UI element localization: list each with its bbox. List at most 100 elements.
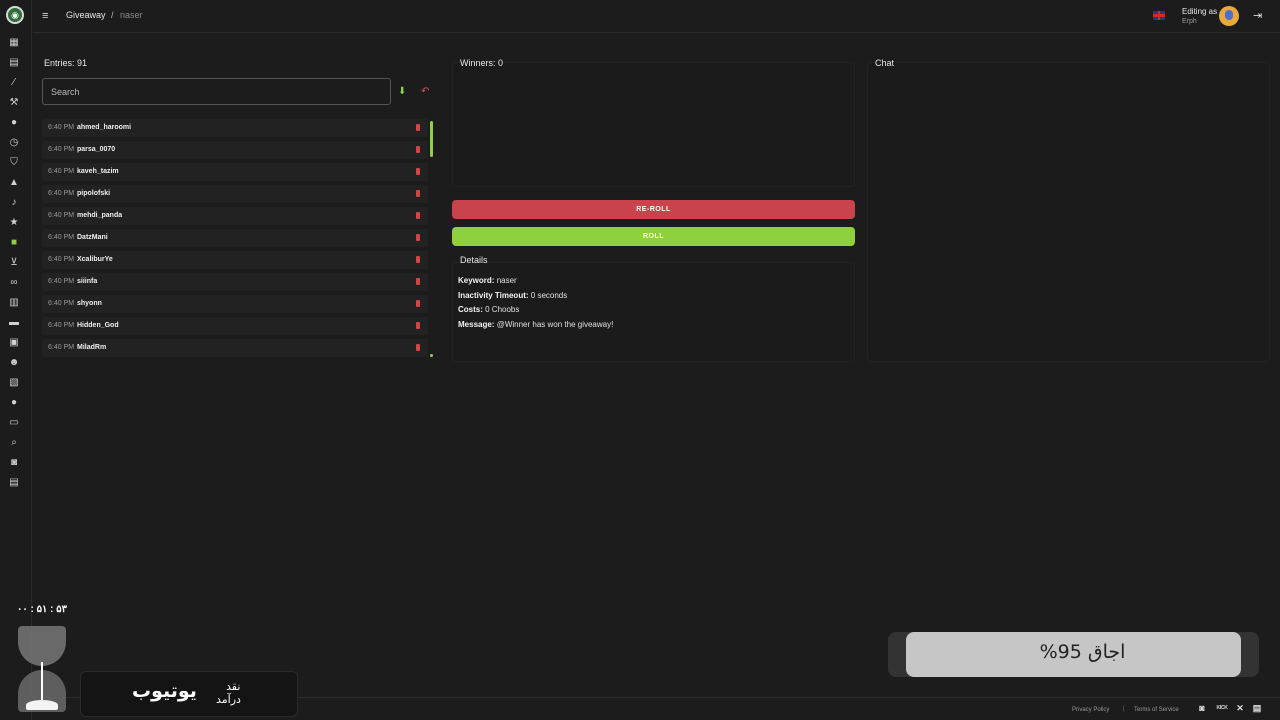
entry-row[interactable]: 6:40 PM XcaliburYe xyxy=(42,251,428,269)
youtube-sub-label-2: درآمد xyxy=(216,693,241,706)
footer-separator: | xyxy=(1123,706,1125,712)
keyword-label: Keyword: xyxy=(458,276,495,285)
document-icon[interactable]: ▤ xyxy=(1251,702,1263,714)
entry-row[interactable]: 6:40 PM pipolofski xyxy=(42,185,428,203)
entry-time: 6:40 PM xyxy=(48,278,75,285)
entry-username: pipolofski xyxy=(77,190,111,197)
delete-entry-icon[interactable] xyxy=(416,146,420,153)
delete-entry-icon[interactable] xyxy=(416,344,420,351)
detail-timeout: Inactivity Timeout: 0 seconds xyxy=(458,291,567,300)
breadcrumb-giveaway[interactable]: Giveaway xyxy=(66,10,106,20)
search-icon[interactable]: ⌕ xyxy=(8,437,20,449)
entries-list: 6:40 PM ahmed_haroomi 6:40 PM parsa_0070 6:4… xyxy=(42,119,430,359)
entry-username: DatzMani xyxy=(77,234,108,241)
discord-icon[interactable]: ◙ xyxy=(1196,702,1208,714)
delete-entry-icon[interactable] xyxy=(416,124,420,131)
editing-as-label: Editing as xyxy=(1182,7,1218,16)
entry-row[interactable]: 6:40 PM ahmed_haroomi xyxy=(42,119,428,137)
menu-toggle-icon[interactable]: ≡ xyxy=(42,10,54,22)
music-icon[interactable]: ♪ xyxy=(8,197,20,209)
hourglass-sand xyxy=(26,700,58,710)
warning-icon[interactable]: ▲ xyxy=(8,177,20,189)
chat-title: Chat xyxy=(875,58,895,68)
entry-time: 6:40 PM xyxy=(48,146,75,153)
editing-user-name: Erph xyxy=(1182,18,1197,25)
entry-time: 6:40 PM xyxy=(48,300,75,307)
youtube-sub-label-1: نقد xyxy=(226,680,241,693)
x-twitter-icon[interactable]: ✕ xyxy=(1234,702,1246,714)
roll-button[interactable]: ROLL xyxy=(452,227,855,246)
entry-row[interactable]: 6:40 PM siiinfa xyxy=(42,273,428,291)
undo-icon[interactable]: ↶ xyxy=(421,86,433,98)
entry-row[interactable]: 6:40 PM DatzMani xyxy=(42,229,428,247)
chat-bubble-icon[interactable]: ● xyxy=(8,117,20,129)
id-card-icon[interactable]: ▤ xyxy=(8,477,20,489)
delete-entry-icon[interactable] xyxy=(416,322,420,329)
delete-entry-icon[interactable] xyxy=(416,278,420,285)
entries-scrollbar-thumb[interactable] xyxy=(430,121,433,157)
privacy-policy-link[interactable]: Privacy Policy xyxy=(1072,707,1109,713)
shield-icon[interactable]: ⛉ xyxy=(8,157,20,169)
entry-username: shyonn xyxy=(77,300,102,307)
delete-entry-icon[interactable] xyxy=(416,168,420,175)
winners-panel xyxy=(452,62,855,187)
smile-icon[interactable]: ☻ xyxy=(8,357,20,369)
youtube-label: یوتیوب xyxy=(132,680,197,702)
top-header xyxy=(33,0,1280,33)
hammer-icon[interactable]: ⚒ xyxy=(8,97,20,109)
entry-row[interactable]: 6:40 PM shyonn xyxy=(42,295,428,313)
progress-label: اجاق 95% xyxy=(1039,641,1126,663)
delete-entry-icon[interactable] xyxy=(416,234,420,241)
entry-row[interactable]: 6:40 PM kaveh_tazim xyxy=(42,163,428,181)
archive-icon[interactable]: ▣ xyxy=(8,337,20,349)
entry-row[interactable]: 6:40 PM MiladRm xyxy=(42,339,428,357)
entry-username: Hidden_God xyxy=(77,322,119,329)
delete-entry-icon[interactable] xyxy=(416,212,420,219)
entry-time: 6:40 PM xyxy=(48,124,75,131)
stats-icon[interactable]: ▥ xyxy=(8,297,20,309)
link-icon[interactable]: ∞ xyxy=(8,277,20,289)
gift-icon[interactable]: ■ xyxy=(8,237,20,249)
terms-of-service-link[interactable]: Terms of Service xyxy=(1134,707,1179,713)
delete-entry-icon[interactable] xyxy=(416,190,420,197)
star-icon[interactable]: ★ xyxy=(8,217,20,229)
clock-icon[interactable]: ◷ xyxy=(8,137,20,149)
cart-icon[interactable]: ⊻ xyxy=(8,257,20,269)
entries-title: Entries: 91 xyxy=(44,58,88,68)
detail-costs: Costs: 0 Choobs xyxy=(458,305,519,314)
entry-row[interactable]: 6:40 PM parsa_0070 xyxy=(42,141,428,159)
hourglass-top xyxy=(18,626,66,666)
logout-icon[interactable]: ⇥ xyxy=(1253,9,1266,22)
entry-row[interactable]: 6:40 PM Hidden_God xyxy=(42,317,428,335)
entry-time: 6:40 PM xyxy=(48,190,75,197)
costs-label: Costs: xyxy=(458,305,483,314)
download-icon[interactable]: ⬇ xyxy=(398,86,410,98)
video-icon[interactable]: ▬ xyxy=(8,317,20,329)
entry-time: 6:40 PM xyxy=(48,212,75,219)
discord-icon[interactable]: ◙ xyxy=(8,457,20,469)
costs-value: 0 Choobs xyxy=(485,305,520,314)
wand-icon[interactable]: ⁄ xyxy=(8,77,20,89)
monitor-icon[interactable]: ▭ xyxy=(8,417,20,429)
entry-username: ahmed_haroomi xyxy=(77,124,132,131)
breadcrumb-current: naser xyxy=(120,10,143,20)
delete-entry-icon[interactable] xyxy=(416,300,420,307)
uk-flag-icon[interactable] xyxy=(1153,11,1165,20)
entry-row[interactable]: 6:40 PM mehdi_panda xyxy=(42,207,428,225)
entry-username: kaveh_tazim xyxy=(77,168,119,175)
search-input[interactable] xyxy=(42,78,391,105)
chat-panel xyxy=(867,62,1270,362)
reroll-button[interactable]: RE-ROLL xyxy=(452,200,855,219)
dashboard-icon[interactable]: ▦ xyxy=(8,37,20,49)
film-icon[interactable]: ▧ xyxy=(8,377,20,389)
entry-username: parsa_0070 xyxy=(77,146,116,153)
entry-time: 6:40 PM xyxy=(48,256,75,263)
delete-entry-icon[interactable] xyxy=(416,256,420,263)
document-icon[interactable]: ▤ xyxy=(8,57,20,69)
timeout-label: Inactivity Timeout: xyxy=(458,291,529,300)
kick-icon[interactable]: KICK xyxy=(1214,702,1230,714)
channel-logo-icon[interactable]: ◉ xyxy=(6,6,24,24)
avatar[interactable] xyxy=(1219,6,1239,26)
detail-keyword: Keyword: naser xyxy=(458,276,517,285)
message-icon[interactable]: ● xyxy=(8,397,20,409)
